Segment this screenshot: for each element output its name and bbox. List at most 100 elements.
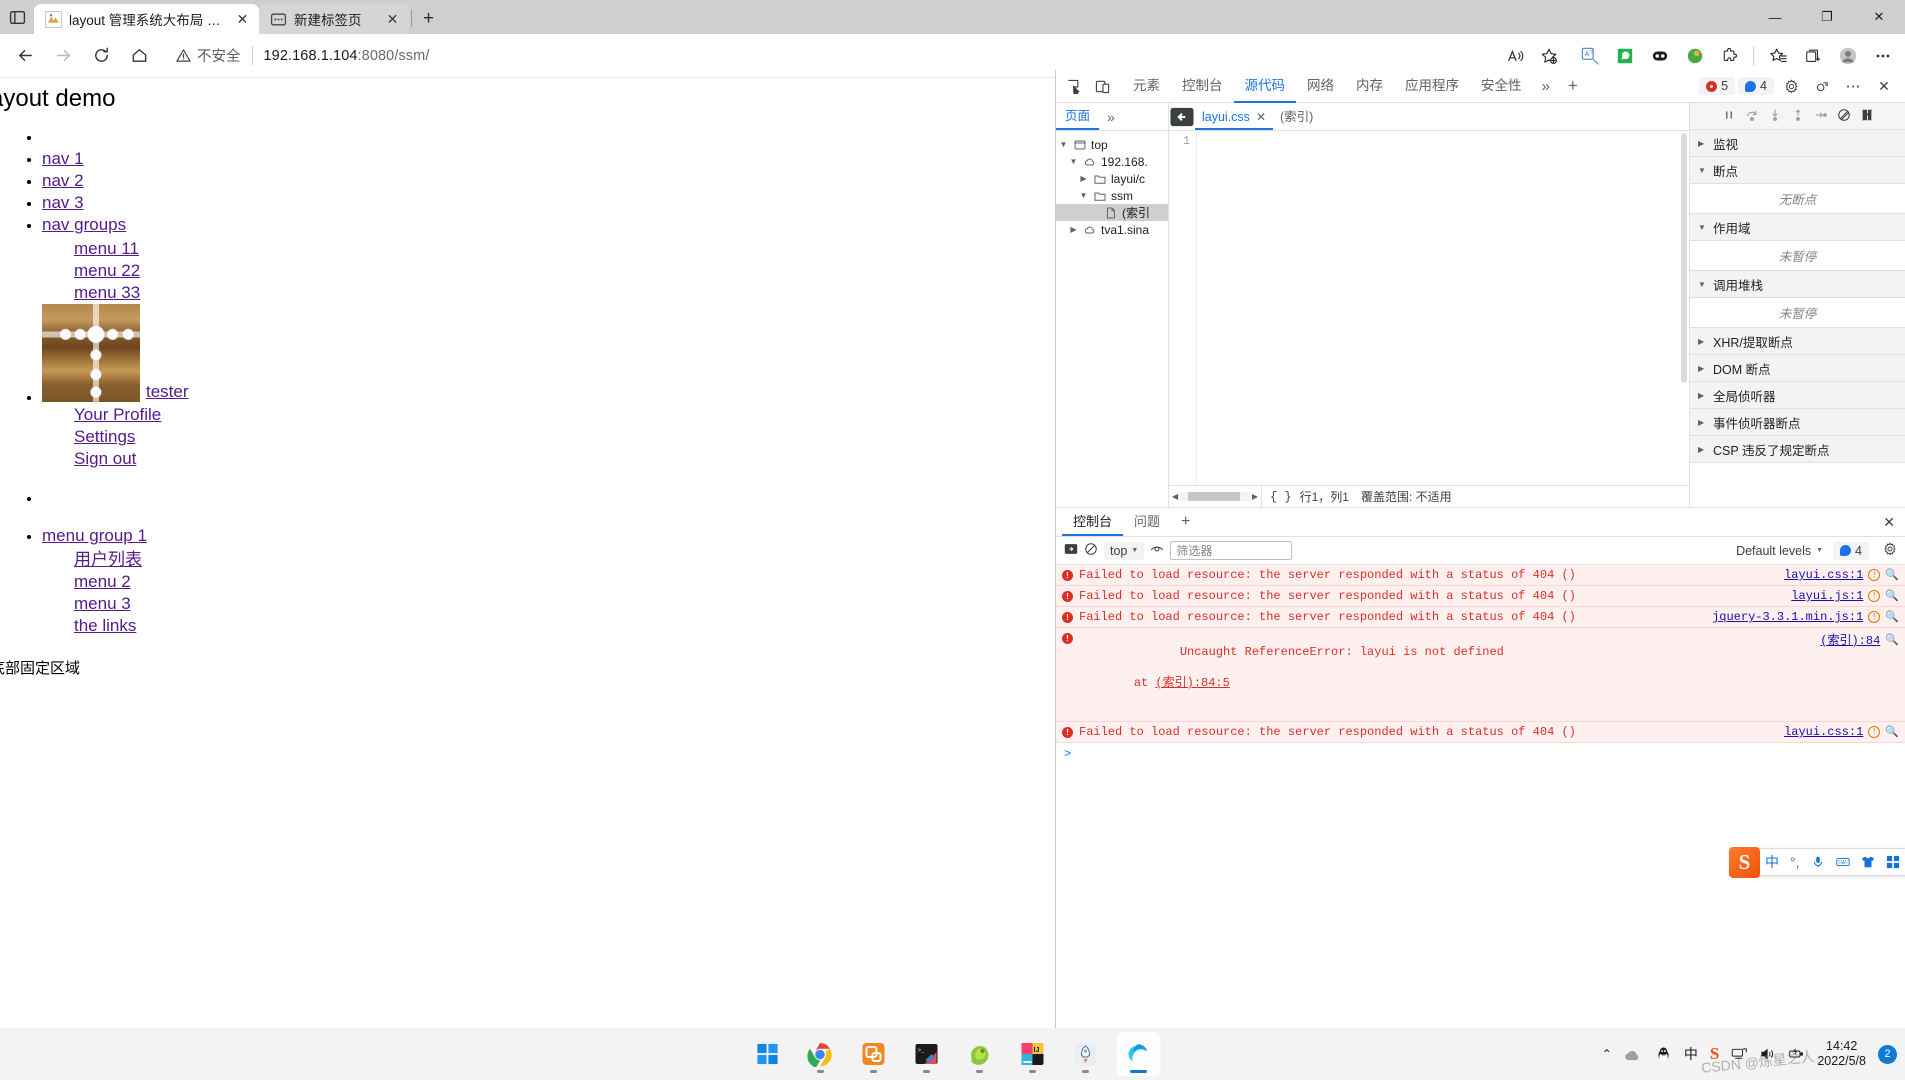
console-issues-badge[interactable]: 4 bbox=[1833, 541, 1869, 560]
user-menu-item[interactable]: Sign out bbox=[74, 448, 1055, 470]
settings-more-icon[interactable] bbox=[1866, 39, 1899, 72]
console-stack-link[interactable]: (索引):84:5 bbox=[1155, 676, 1229, 690]
navigator-more-icon[interactable]: » bbox=[1099, 109, 1123, 125]
warning-icon[interactable]: ! bbox=[1868, 726, 1881, 738]
translate-icon[interactable]: A 文 bbox=[1573, 39, 1606, 72]
scrollbar-thumb[interactable] bbox=[1681, 133, 1687, 383]
editor-tab-close-icon[interactable]: ✕ bbox=[1256, 104, 1266, 130]
edge-icon[interactable] bbox=[1116, 1032, 1160, 1076]
drawer-close-button[interactable]: ✕ bbox=[1883, 514, 1905, 531]
reload-button[interactable] bbox=[82, 39, 120, 73]
debugger-section-callstack[interactable]: ▼ 调用堆栈 bbox=[1690, 271, 1905, 298]
window-minimize-button[interactable]: — bbox=[1749, 0, 1801, 34]
nav-link-2[interactable]: nav 2 bbox=[42, 171, 84, 190]
notification-badge[interactable]: 2 bbox=[1878, 1044, 1897, 1064]
show-sidebar-icon[interactable] bbox=[1064, 542, 1078, 559]
menu-group-user-list[interactable]: 用户列表 bbox=[74, 550, 142, 569]
nav-link-groups[interactable]: nav groups bbox=[42, 215, 126, 234]
step-over-icon[interactable] bbox=[1745, 108, 1759, 125]
tree-node-top[interactable]: ▼ top bbox=[1056, 136, 1168, 153]
debugger-section-xhr-breakpoints[interactable]: ▶ XHR/提取断点 bbox=[1690, 328, 1905, 355]
network-icon[interactable] bbox=[1731, 1047, 1748, 1061]
search-icon[interactable]: 🔍 bbox=[1885, 610, 1899, 624]
extensions-icon[interactable] bbox=[1713, 39, 1746, 72]
console-message[interactable]: Failed to load resource: the server resp… bbox=[1056, 586, 1905, 607]
code-content[interactable] bbox=[1196, 131, 1689, 485]
profile-icon[interactable] bbox=[1831, 39, 1864, 72]
tree-twisty[interactable]: ▶ bbox=[1078, 174, 1089, 183]
pause-icon[interactable] bbox=[1722, 108, 1736, 125]
menu-group-menu3[interactable]: menu 3 bbox=[74, 594, 131, 613]
editor-horizontal-scrollbar[interactable]: ◀ ▶ bbox=[1169, 485, 1262, 508]
step-out-icon[interactable] bbox=[1791, 108, 1805, 125]
debugger-section-event-listener-breakpoints[interactable]: ▶ 事件侦听器断点 bbox=[1690, 409, 1905, 436]
editor-tab-index[interactable]: (索引) bbox=[1273, 103, 1320, 130]
console-settings-gear-icon[interactable] bbox=[1879, 542, 1897, 559]
console-message[interactable]: Failed to load resource: the server resp… bbox=[1056, 565, 1905, 586]
terminal-icon[interactable]: >_ bbox=[904, 1032, 948, 1076]
navigator-tab-page[interactable]: 页面 bbox=[1056, 103, 1099, 130]
tree-node-origin[interactable]: ▼ 192.168. bbox=[1056, 153, 1168, 170]
tree-node-index-file[interactable]: (索引 bbox=[1056, 204, 1168, 221]
inspect-element-icon[interactable] bbox=[1060, 73, 1088, 100]
step-into-icon[interactable] bbox=[1768, 108, 1782, 125]
editor-vertical-scrollbar[interactable] bbox=[1679, 131, 1689, 485]
tree-twisty[interactable]: ▼ bbox=[1058, 140, 1069, 149]
devtools-tab-network[interactable]: 网络 bbox=[1296, 70, 1345, 103]
devtools-add-tab-button[interactable]: + bbox=[1559, 76, 1587, 96]
volume-icon[interactable] bbox=[1760, 1047, 1776, 1061]
add-favorite-icon[interactable] bbox=[1532, 39, 1565, 72]
ime-punctuation-icon[interactable]: °, bbox=[1790, 854, 1800, 870]
console-context-selector[interactable]: top ▼ bbox=[1104, 541, 1145, 560]
menu-group-item[interactable]: menu 2 bbox=[74, 571, 1055, 593]
search-icon[interactable]: 🔍 bbox=[1885, 589, 1899, 603]
drawer-tab-issues[interactable]: 问题 bbox=[1123, 508, 1171, 536]
ime-apps-icon[interactable] bbox=[1886, 855, 1900, 869]
browser-tab-1[interactable]: 新建标签页 ✕ bbox=[259, 4, 409, 34]
sogou-tray-icon[interactable]: S bbox=[1710, 1044, 1719, 1064]
device-toolbar-icon[interactable] bbox=[1088, 73, 1116, 100]
navicat-icon[interactable] bbox=[957, 1032, 1001, 1076]
devtools-tab-application[interactable]: 应用程序 bbox=[1394, 70, 1470, 103]
drawer-add-tab-button[interactable]: + bbox=[1171, 513, 1200, 531]
search-icon[interactable]: 🔍 bbox=[1885, 633, 1899, 647]
menu-group-link[interactable]: menu group 1 bbox=[42, 526, 147, 545]
clock[interactable]: 14:42 2022/5/8 bbox=[1817, 1039, 1866, 1069]
devtools-tab-memory[interactable]: 内存 bbox=[1345, 70, 1394, 103]
nav-item-nav1[interactable]: nav 1 bbox=[42, 148, 1055, 170]
tree-twisty[interactable]: ▼ bbox=[1068, 157, 1079, 166]
ime-skin-icon[interactable] bbox=[1861, 855, 1875, 869]
console-source-link[interactable]: layui.js:1 bbox=[1791, 589, 1863, 603]
menu-group-menu2[interactable]: menu 2 bbox=[74, 572, 131, 591]
drawer-tab-console[interactable]: 控制台 bbox=[1062, 508, 1123, 536]
warning-icon[interactable]: ! bbox=[1868, 590, 1881, 602]
nav-item-nav2[interactable]: nav 2 bbox=[42, 170, 1055, 192]
home-button[interactable] bbox=[120, 39, 158, 73]
console-message[interactable]: Failed to load resource: the server resp… bbox=[1056, 607, 1905, 628]
menu-group-item[interactable]: the links bbox=[74, 615, 1055, 637]
nav-item-menu-group[interactable]: menu group 1 用户列表 menu 2 menu 3 the link… bbox=[42, 525, 1055, 637]
devtools-tab-elements[interactable]: 元素 bbox=[1122, 70, 1171, 103]
editor-tab-layui-css[interactable]: layui.css ✕ bbox=[1195, 103, 1273, 130]
forward-button[interactable] bbox=[44, 39, 82, 73]
collections-icon[interactable] bbox=[1796, 39, 1829, 72]
user-name-link[interactable]: tester bbox=[140, 381, 189, 402]
start-button[interactable] bbox=[745, 1032, 789, 1076]
tray-overflow-icon[interactable]: ⌃ bbox=[1602, 1047, 1612, 1061]
console-prompt[interactable]: > bbox=[1056, 743, 1905, 765]
nav-item-nav-groups[interactable]: nav groups menu 11 menu 22 menu 33 bbox=[42, 214, 1055, 304]
vmware-icon[interactable] bbox=[851, 1032, 895, 1076]
tab-actions-icon[interactable] bbox=[0, 0, 34, 34]
submenu-item[interactable]: menu 22 bbox=[74, 260, 1055, 282]
devtools-tab-security[interactable]: 安全性 bbox=[1470, 70, 1533, 103]
warning-icon[interactable]: ! bbox=[1868, 569, 1881, 581]
menu-group-item[interactable]: 用户列表 bbox=[74, 549, 1055, 571]
submenu-link-menu11[interactable]: menu 11 bbox=[74, 239, 139, 258]
scrollbar-track[interactable] bbox=[1180, 492, 1250, 501]
window-maximize-button[interactable]: ❐ bbox=[1801, 0, 1853, 34]
scroll-right-icon[interactable]: ▶ bbox=[1252, 492, 1258, 501]
debugger-section-csp-breakpoints[interactable]: ▶ CSP 违反了规定断点 bbox=[1690, 436, 1905, 463]
submenu-link-menu33[interactable]: menu 33 bbox=[74, 283, 140, 302]
user-menu-signout[interactable]: Sign out bbox=[74, 449, 136, 468]
sogou-logo-icon[interactable]: S bbox=[1729, 847, 1760, 878]
